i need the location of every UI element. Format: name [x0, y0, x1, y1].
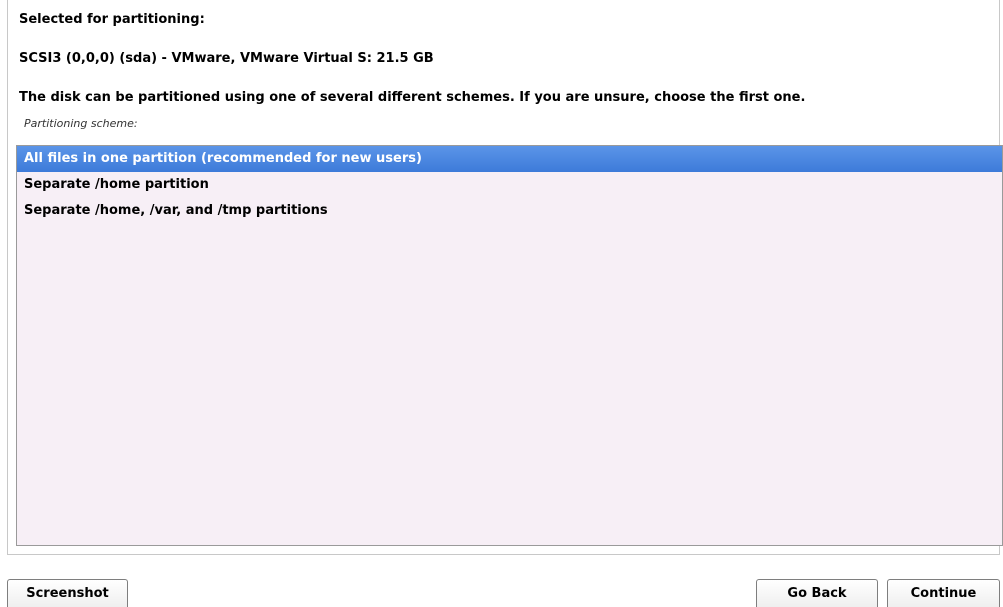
go-back-button[interactable]: Go Back — [756, 579, 878, 607]
disk-name: SCSI3 (0,0,0) (sda) - VMware, VMware Vir… — [19, 51, 434, 66]
installer-page: Selected for partitioning: SCSI3 (0,0,0)… — [0, 0, 1003, 607]
partitioning-scheme-label: Partitioning scheme: — [24, 117, 138, 130]
scheme-option-separate-home-var-tmp[interactable]: Separate /home, /var, and /tmp partition… — [17, 198, 1002, 224]
selected-for-partitioning-label: Selected for partitioning: — [19, 12, 205, 27]
instructions-text: The disk can be partitioned using one of… — [19, 90, 806, 105]
partitioning-scheme-list[interactable]: All files in one partition (recommended … — [16, 145, 1003, 546]
scheme-option-separate-home[interactable]: Separate /home partition — [17, 172, 1002, 198]
screenshot-button[interactable]: Screenshot — [7, 579, 128, 607]
scheme-option-all-in-one[interactable]: All files in one partition (recommended … — [17, 146, 1002, 172]
continue-button[interactable]: Continue — [887, 579, 1000, 607]
